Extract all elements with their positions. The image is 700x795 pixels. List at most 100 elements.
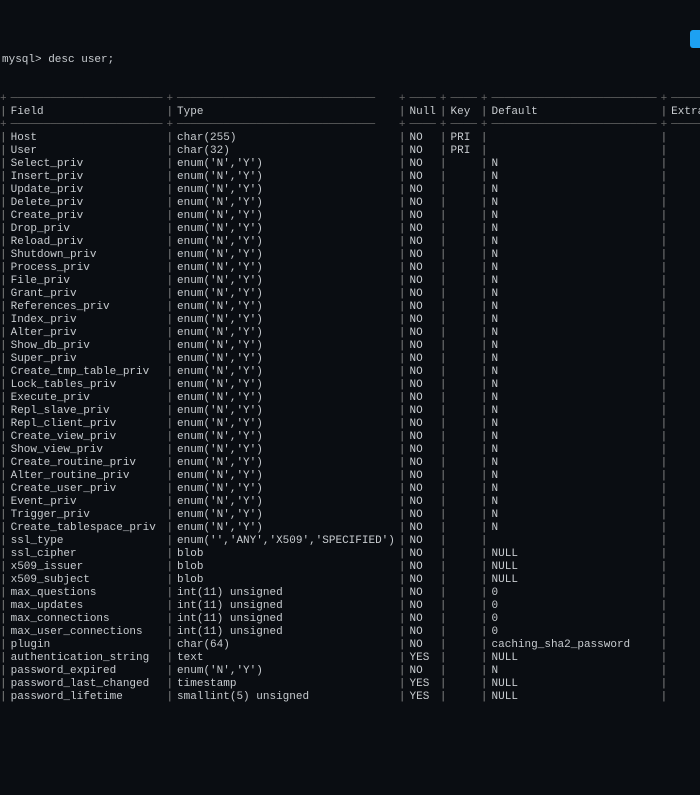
cell-field: Process_priv: [7, 262, 167, 275]
cell-key: [447, 600, 481, 613]
cell-type: blob: [173, 548, 399, 561]
cell-key: [447, 340, 481, 353]
cell-key: [447, 665, 481, 678]
cell-key: [447, 678, 481, 691]
cell-extra: [667, 431, 700, 444]
cell-field: ssl_cipher: [7, 548, 167, 561]
cell-default: [488, 535, 661, 548]
cell-null: NO: [406, 327, 440, 340]
cell-field: Update_priv: [7, 184, 167, 197]
cell-extra: [667, 626, 700, 639]
cell-field: Execute_priv: [7, 392, 167, 405]
cell-field: Create_view_priv: [7, 431, 167, 444]
cell-extra: [667, 366, 700, 379]
cell-null: NO: [406, 288, 440, 301]
cell-null: NO: [406, 470, 440, 483]
cell-extra: [667, 184, 700, 197]
cell-field: Index_priv: [7, 314, 167, 327]
cell-default: N: [488, 405, 661, 418]
cell-extra: [667, 249, 700, 262]
table-row: |Index_priv|enum('N','Y')|NO||N||: [0, 314, 700, 327]
cell-key: [447, 171, 481, 184]
cell-null: NO: [406, 561, 440, 574]
cell-default: N: [488, 210, 661, 223]
cell-key: [447, 314, 481, 327]
cell-field: Reload_priv: [7, 236, 167, 249]
cell-extra: [667, 379, 700, 392]
table-row: |password_last_changed|timestamp|YES||NU…: [0, 678, 700, 691]
cell-extra: [667, 353, 700, 366]
cell-null: NO: [406, 171, 440, 184]
table-border-top: +─────────────────────── +──────────────…: [0, 93, 700, 106]
table-row: |max_questions|int(11) unsigned|NO||0||: [0, 587, 700, 600]
cell-extra: [667, 171, 700, 184]
cell-field: Grant_priv: [7, 288, 167, 301]
cell-field: Trigger_priv: [7, 509, 167, 522]
cell-default: N: [488, 483, 661, 496]
table-row: |File_priv|enum('N','Y')|NO||N||: [0, 275, 700, 288]
cell-extra: [667, 652, 700, 665]
cell-key: [447, 431, 481, 444]
cell-field: Show_db_priv: [7, 340, 167, 353]
cell-key: [447, 457, 481, 470]
table-row: |Show_db_priv|enum('N','Y')|NO||N||: [0, 340, 700, 353]
cell-field: Create_routine_priv: [7, 457, 167, 470]
cell-null: YES: [406, 678, 440, 691]
cell-default: N: [488, 262, 661, 275]
cell-extra: [667, 665, 700, 678]
cell-default: N: [488, 418, 661, 431]
table-row: |Create_tablespace_priv|enum('N','Y')|NO…: [0, 522, 700, 535]
cell-field: password_expired: [7, 665, 167, 678]
cell-extra: [667, 288, 700, 301]
cell-type: enum('N','Y'): [173, 262, 399, 275]
cell-type: enum('N','Y'): [173, 444, 399, 457]
cell-null: NO: [406, 249, 440, 262]
cell-field: Show_view_priv: [7, 444, 167, 457]
cell-default: 0: [488, 613, 661, 626]
cell-field: Delete_priv: [7, 197, 167, 210]
cell-type: char(32): [173, 145, 399, 158]
cell-field: Drop_priv: [7, 223, 167, 236]
cell-type: enum('N','Y'): [173, 288, 399, 301]
cell-field: password_last_changed: [7, 678, 167, 691]
cell-extra: [667, 587, 700, 600]
cell-type: enum('N','Y'): [173, 340, 399, 353]
cell-extra: [667, 262, 700, 275]
cell-field: Super_priv: [7, 353, 167, 366]
cell-field: plugin: [7, 639, 167, 652]
cell-default: N: [488, 444, 661, 457]
cell-null: NO: [406, 665, 440, 678]
table-row: |x509_subject|blob|NO||NULL||: [0, 574, 700, 587]
cell-extra: [667, 444, 700, 457]
cell-type: enum('N','Y'): [173, 665, 399, 678]
cell-null: NO: [406, 301, 440, 314]
cell-field: x509_subject: [7, 574, 167, 587]
cell-default: N: [488, 236, 661, 249]
cell-null: NO: [406, 132, 440, 145]
cell-default: caching_sha2_password: [488, 639, 661, 652]
cell-default: N: [488, 353, 661, 366]
table-header-row: |Field |Type |Null |Key |Default |Extra|: [0, 106, 700, 119]
cell-key: [447, 587, 481, 600]
cell-key: [447, 197, 481, 210]
cell-extra: [667, 223, 700, 236]
cell-extra: [667, 418, 700, 431]
table-row: |References_priv|enum('N','Y')|NO||N||: [0, 301, 700, 314]
cell-null: NO: [406, 158, 440, 171]
col-header-extra: Extra: [667, 106, 700, 119]
cell-type: enum('N','Y'): [173, 210, 399, 223]
cell-type: enum('N','Y'): [173, 314, 399, 327]
table-row: |max_connections|int(11) unsigned|NO||0|…: [0, 613, 700, 626]
cell-extra: [667, 483, 700, 496]
cell-extra: [667, 405, 700, 418]
mysql-prompt[interactable]: mysql> desc user;: [0, 54, 700, 67]
table-row: |Alter_routine_priv|enum('N','Y')|NO||N|…: [0, 470, 700, 483]
cell-type: enum('N','Y'): [173, 379, 399, 392]
cell-extra: [667, 210, 700, 223]
cell-null: NO: [406, 262, 440, 275]
cell-default: N: [488, 184, 661, 197]
table-row: |Update_priv|enum('N','Y')|NO||N||: [0, 184, 700, 197]
side-tab-icon[interactable]: [690, 30, 700, 48]
cell-null: NO: [406, 587, 440, 600]
cell-default: NULL: [488, 652, 661, 665]
